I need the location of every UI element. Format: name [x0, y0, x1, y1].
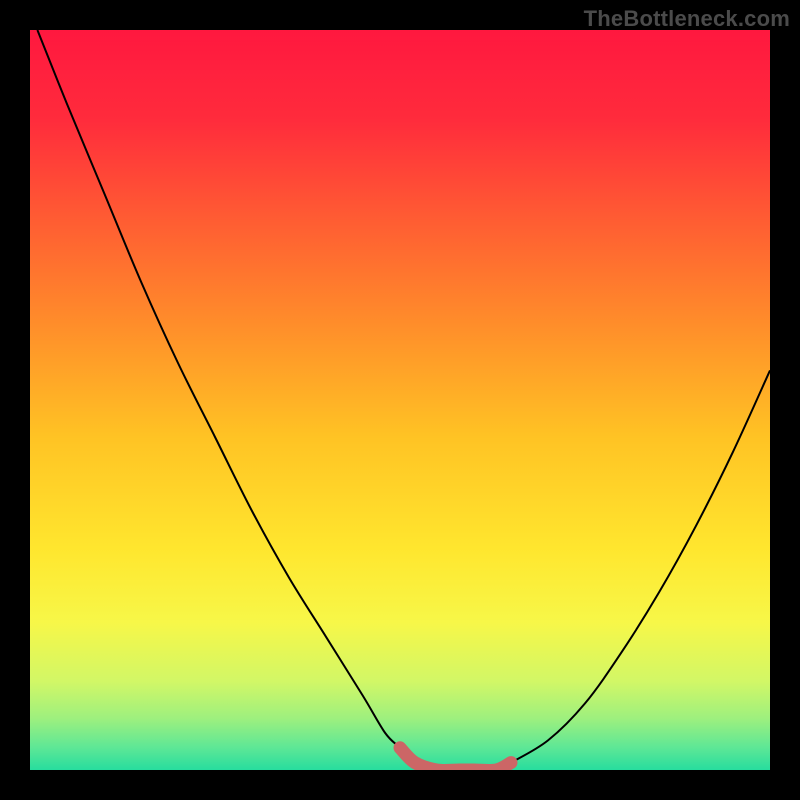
outer-frame: TheBottleneck.com	[0, 0, 800, 800]
watermark-text: TheBottleneck.com	[584, 6, 790, 32]
bottleneck-curve-path	[37, 30, 770, 770]
plot-area	[30, 30, 770, 770]
chart-svg	[30, 30, 770, 770]
optimal-range-marker-path	[400, 748, 511, 770]
